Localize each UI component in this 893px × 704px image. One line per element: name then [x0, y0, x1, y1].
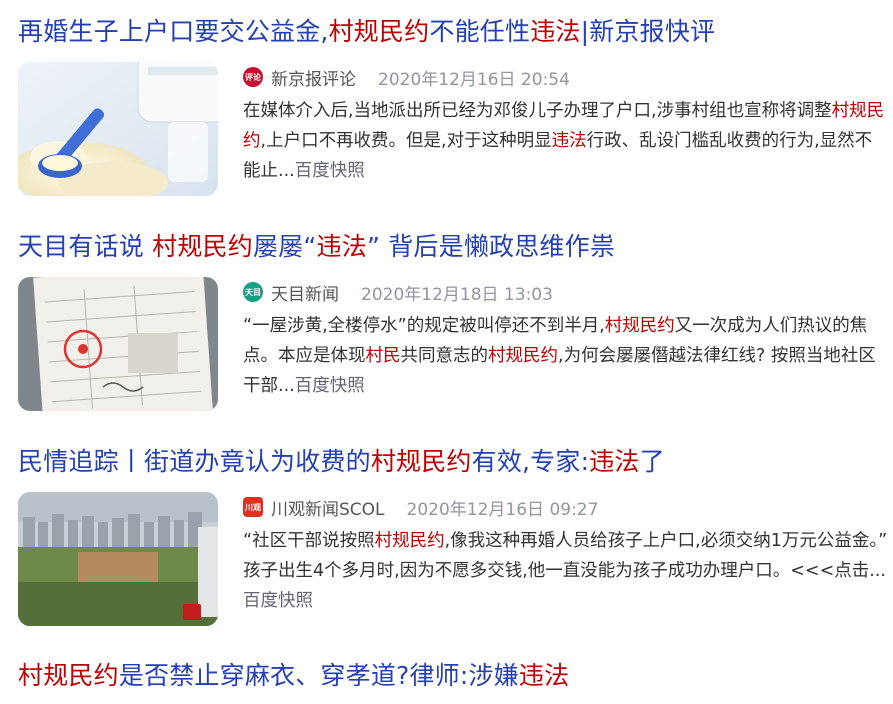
- result-snippet-1: 在媒体介入后,当地派出所已经为邓俊儿子办理了户口,涉事村组也宣称将调整村规民约,…: [243, 96, 888, 186]
- result-time-3: 2020年12月16日 09:27: [406, 499, 599, 520]
- text-segment: 屡屡“: [252, 232, 317, 261]
- highlight-keyword: 违法: [518, 661, 570, 690]
- highlight-keyword: 违法: [530, 17, 581, 46]
- text-segment: 是否禁止穿麻衣、穿孝道?律师:涉嫌: [118, 661, 519, 690]
- cache-link-2[interactable]: 百度快照: [295, 376, 365, 396]
- household-register-document-image: [18, 277, 218, 411]
- result-title-2[interactable]: 天目有话说 村规民约屡屡“违法” 背后是懒政思维作祟: [18, 229, 615, 265]
- highlight-keyword: 违法: [589, 447, 640, 476]
- text-segment: 共同意志的: [400, 346, 489, 366]
- text-segment: 再婚生子上户口要交公益金,: [18, 17, 329, 46]
- text-segment: 有效,专家:: [471, 447, 590, 476]
- city-aerial-view-image: [18, 492, 218, 626]
- highlight-keyword: 村规民约: [370, 447, 472, 476]
- text-segment: 民情追踪丨街道办竟认为收费的: [18, 447, 371, 476]
- result-meta-1: 评论 新京报评论 2020年12月16日 20:54: [243, 64, 570, 90]
- result-meta-2: 天目 天目新闻 2020年12月18日 13:03: [243, 279, 553, 305]
- cache-link-1[interactable]: 百度快照: [295, 161, 365, 181]
- highlight-keyword: 村规民约: [374, 531, 445, 551]
- result-snippet-3: “社区干部说按照村规民约,像我这种再婚人员给孩子上户口,必须交纳1万元公益金。”…: [243, 526, 888, 616]
- highlight-keyword: 违法: [316, 232, 367, 261]
- text-segment: 不能任性: [429, 17, 531, 46]
- text-segment: |新京报快评: [580, 17, 716, 46]
- result-thumbnail-1[interactable]: [18, 62, 218, 196]
- result-source-3[interactable]: 川观新闻SCOL: [271, 495, 385, 520]
- result-thumbnail-3[interactable]: [18, 492, 218, 626]
- text-segment: “一屋涉黄,全楼停水”的规定被叫停还不到半月,: [243, 316, 605, 336]
- text-segment: ,上户口不再收费。但是,对于这种明显: [260, 131, 552, 151]
- highlight-keyword: 村规民约: [18, 661, 119, 690]
- highlight-keyword: 村规民约: [152, 232, 253, 261]
- cache-link-3[interactable]: 百度快照: [243, 591, 313, 611]
- xinjingbao-logo-icon: 评论: [243, 67, 263, 87]
- result-source-2[interactable]: 天目新闻: [271, 280, 339, 305]
- result-time-2: 2020年12月18日 13:03: [361, 284, 553, 305]
- highlight-keyword: 村规民约: [604, 316, 675, 336]
- text-segment: 了: [639, 447, 665, 476]
- result-title-3[interactable]: 民情追踪丨街道办竟认为收费的村规民约有效,专家:违法了: [18, 444, 665, 480]
- result-time-1: 2020年12月16日 20:54: [378, 69, 570, 90]
- highlight-keyword: 村规民约: [488, 346, 558, 366]
- highlight-keyword: 村规民约: [328, 17, 430, 46]
- result-thumbnail-2[interactable]: [18, 277, 218, 411]
- result-source-1[interactable]: 新京报评论: [271, 65, 356, 90]
- result-title-4[interactable]: 村规民约是否禁止穿麻衣、穿孝道?律师:涉嫌违法: [18, 658, 569, 694]
- tianmu-logo-icon: 天目: [243, 282, 263, 302]
- text-segment: ” 背后是懒政思维作祟: [366, 232, 616, 261]
- result-title-1[interactable]: 再婚生子上户口要交公益金,村规民约不能任性违法|新京报快评: [18, 14, 715, 50]
- result-meta-3: 川观 川观新闻SCOL 2020年12月16日 09:27: [243, 494, 598, 520]
- result-snippet-2: “一屋涉黄,全楼停水”的规定被叫停还不到半月,村规民约又一次成为人们热议的焦点。…: [243, 311, 888, 401]
- highlight-keyword: 违法: [551, 131, 587, 151]
- text-segment: “社区干部说按照: [243, 531, 375, 551]
- text-segment: 在媒体介入后,当地派出所已经为邓俊儿子办理了户口,涉事村组也宣称将调整: [243, 101, 832, 121]
- milk-powder-scoop-image: [18, 62, 218, 196]
- chuanguan-logo-icon: 川观: [243, 497, 263, 517]
- highlight-keyword: 村民: [365, 346, 401, 366]
- text-segment: 天目有话说: [18, 232, 153, 261]
